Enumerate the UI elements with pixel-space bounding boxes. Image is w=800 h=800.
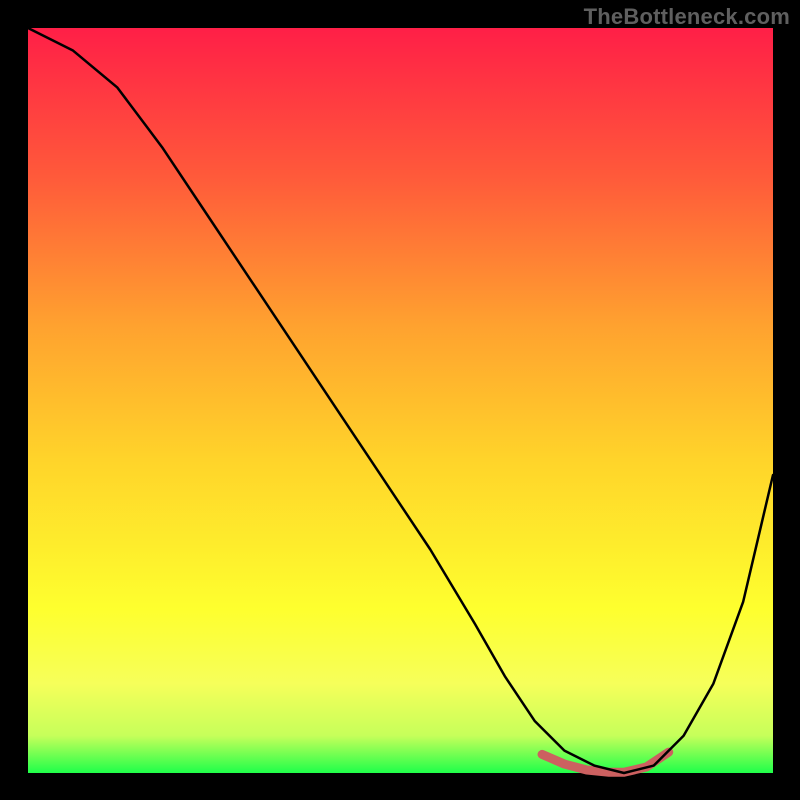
- bottleneck-plot: [0, 0, 800, 800]
- chart-stage: TheBottleneck.com: [0, 0, 800, 800]
- plot-background: [28, 28, 773, 773]
- watermark-text: TheBottleneck.com: [584, 4, 790, 30]
